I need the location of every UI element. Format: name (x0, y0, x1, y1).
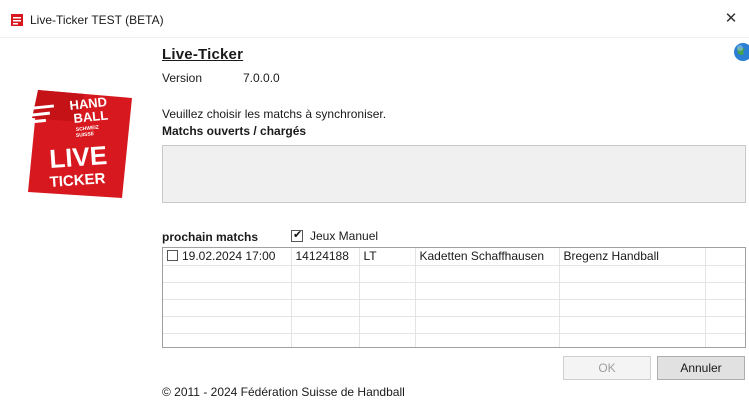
table-row (163, 282, 745, 300)
page-title: Live-Ticker (162, 46, 244, 63)
manual-games-option[interactable]: Jeux Manuel (291, 228, 379, 243)
instruction-text: Veuillez choisir les matchs à synchronis… (162, 107, 387, 121)
empty-cell (705, 248, 745, 266)
title-bar: Live-Ticker TEST (BETA) ✕ (0, 0, 749, 38)
table-row (163, 265, 745, 283)
logo-live-text: LIVE (48, 140, 108, 174)
table-row (163, 316, 745, 334)
manual-games-checkbox[interactable] (291, 228, 303, 242)
cancel-button[interactable]: Annuler (657, 356, 745, 380)
copyright-text: © 2011 - 2024 Fédération Suisse de Handb… (162, 385, 405, 399)
window-title: Live-Ticker TEST (BETA) (30, 13, 164, 27)
table-row (163, 333, 745, 347)
table-row (163, 299, 745, 317)
globe-icon[interactable] (733, 42, 749, 62)
open-matches-label: Matchs ouverts / chargés (162, 124, 307, 138)
close-icon[interactable]: ✕ (721, 9, 741, 29)
app-icon (11, 14, 23, 26)
row-checkbox[interactable] (167, 250, 178, 261)
match-code: LT (359, 248, 416, 266)
match-datetime: 19.02.2024 17:00 (182, 248, 276, 263)
row-select-cell[interactable]: 19.02.2024 17:00 (163, 248, 292, 266)
home-team: Kadetten Schaffhausen (415, 248, 560, 266)
version-label: Version (162, 71, 203, 85)
live-ticker-logo: HAND BALL SCHWEIZ SUISSE LIVE TICKER (24, 90, 132, 198)
away-team: Bregenz Handball (559, 248, 706, 266)
ok-button[interactable]: OK (563, 356, 651, 380)
upcoming-matches-grid[interactable]: 19.02.2024 17:00 14124188 LT Kadetten Sc… (162, 247, 746, 348)
table-row[interactable]: 19.02.2024 17:00 14124188 LT Kadetten Sc… (163, 248, 745, 266)
version-value: 7.0.0.0 (243, 71, 280, 85)
manual-games-label: Jeux Manuel (310, 229, 379, 243)
upcoming-matches-label: prochain matchs (162, 230, 259, 244)
open-matches-list[interactable] (162, 145, 746, 203)
match-id: 14124188 (291, 248, 360, 266)
